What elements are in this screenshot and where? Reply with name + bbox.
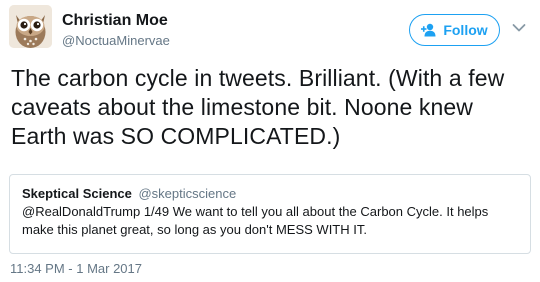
quoted-tweet[interactable]: Skeptical Science @skepticscience @RealD… [9, 174, 531, 254]
follow-button-label: Follow [443, 22, 488, 38]
quoted-tweet-header: Skeptical Science @skepticscience [22, 185, 518, 203]
quoted-author-handle: @skepticscience [138, 186, 237, 201]
add-user-icon [421, 23, 437, 37]
follow-button[interactable]: Follow [409, 14, 500, 46]
tweet-text: The carbon cycle in tweets. Brilliant. (… [11, 65, 505, 149]
quoted-tweet-text: @RealDonaldTrump 1/49 We want to tell yo… [22, 204, 489, 237]
tweet-timestamp[interactable]: 11:34 PM - 1 Mar 2017 [10, 261, 142, 277]
owl-avatar-icon[interactable] [9, 5, 52, 48]
tweet-card: Christian Moe @NoctuaMinervae Follow The… [0, 0, 540, 282]
chevron-down-icon[interactable] [512, 23, 526, 33]
author-screen-name[interactable]: @NoctuaMinervae [62, 32, 170, 50]
author-display-name[interactable]: Christian Moe [62, 11, 168, 31]
quoted-author-name: Skeptical Science [22, 186, 132, 201]
